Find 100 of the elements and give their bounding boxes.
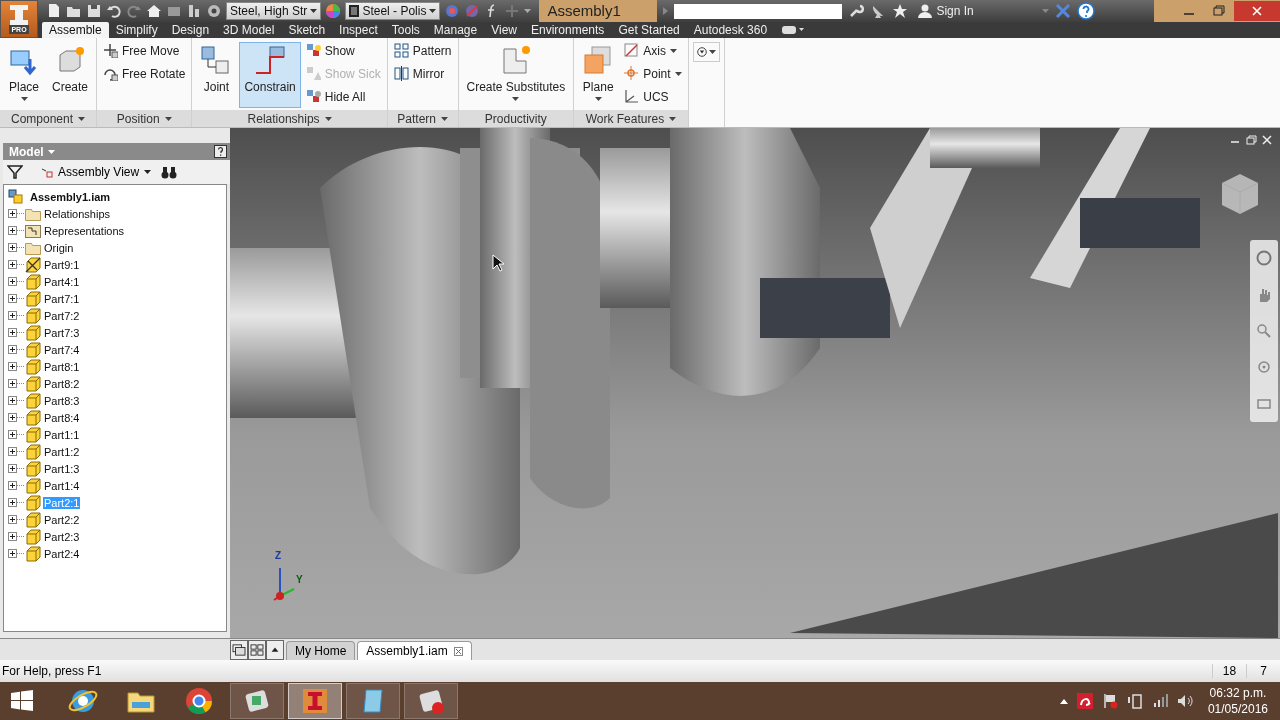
tree-item[interactable]: Part4:1 (43, 275, 81, 288)
tool-button[interactable]: Point (624, 65, 682, 82)
tree-item[interactable]: Part1:1 (43, 428, 81, 441)
expand-icon[interactable] (8, 362, 17, 371)
tree-item[interactable]: Part7:1 (43, 292, 81, 305)
tool-button[interactable]: Place (3, 42, 45, 108)
undo-icon[interactable] (106, 3, 122, 19)
sign-in-button[interactable]: Sign In (918, 4, 1037, 18)
tile-windows-icon[interactable] (248, 640, 266, 660)
expand-icon[interactable] (8, 464, 17, 473)
expand-icon[interactable] (8, 277, 17, 286)
panel-label[interactable]: Work Features (574, 110, 688, 127)
panel-label[interactable]: Position (97, 110, 192, 127)
help-icon[interactable] (214, 145, 227, 158)
help-icon[interactable] (1077, 2, 1096, 20)
tool-button[interactable]: Free Rotate (103, 65, 186, 82)
speaker-icon[interactable] (1176, 693, 1193, 709)
tree-item[interactable]: Origin (43, 241, 75, 254)
tree-item[interactable]: Part2:3 (43, 530, 81, 543)
tree-item[interactable]: Part1:4 (43, 479, 81, 492)
expand-icon[interactable] (8, 498, 17, 507)
binoculars-icon[interactable] (161, 165, 178, 179)
tool-button[interactable]: Create (47, 42, 94, 108)
expand-icon[interactable] (8, 413, 17, 422)
expand-icon[interactable] (8, 243, 17, 252)
windows-logo-icon[interactable] (10, 689, 34, 713)
zoom-icon[interactable] (1256, 322, 1272, 339)
ribbon-tab[interactable]: Assemble (42, 22, 109, 38)
close-icon[interactable] (453, 646, 463, 656)
tool-button[interactable]: Show (305, 42, 381, 59)
appearance-icon[interactable] (444, 3, 461, 19)
tool-button[interactable]: Joint (195, 42, 238, 108)
expand-icon[interactable] (8, 481, 17, 490)
battery-icon[interactable] (1126, 693, 1143, 709)
color-wheel-icon[interactable] (325, 3, 342, 19)
save-icon[interactable] (86, 3, 102, 19)
toggle-panel-icon[interactable] (782, 25, 805, 35)
tool-button[interactable]: UCS (624, 88, 682, 105)
cascade-windows-icon[interactable] (230, 640, 248, 660)
expand-icon[interactable] (8, 515, 17, 524)
ribbon-tab[interactable]: Environments (524, 22, 612, 38)
tree-item[interactable]: Relationships (43, 207, 112, 220)
star-icon[interactable] (892, 3, 909, 19)
tool-button[interactable]: Mirror (393, 65, 452, 82)
expand-icon[interactable] (8, 549, 17, 558)
antivirus-icon[interactable] (1076, 693, 1093, 709)
expand-icon[interactable] (8, 294, 17, 303)
wrench-icon[interactable] (848, 3, 865, 19)
tool-button[interactable]: Constrain (239, 42, 301, 108)
material-dropdown[interactable]: Steel, High Str (226, 2, 322, 20)
taskbar-button[interactable] (404, 683, 458, 719)
expand-icon[interactable] (8, 345, 17, 354)
tool-button[interactable]: Create Substitutes (461, 42, 571, 108)
tool-button[interactable]: Hide All (305, 88, 381, 105)
filter-icon[interactable] (7, 165, 23, 179)
ribbon-tab[interactable]: Inspect (332, 22, 385, 38)
tree-item[interactable]: Part7:2 (43, 309, 81, 322)
restore-icon[interactable] (1244, 134, 1258, 146)
ribbon-tab[interactable]: Get Started (611, 22, 687, 38)
exchange-icon[interactable] (1055, 3, 1072, 19)
ribbon-tab[interactable]: Sketch (281, 22, 333, 38)
ribbon-tab[interactable]: 3D Model (216, 22, 282, 38)
expand-icon[interactable] (8, 328, 17, 337)
tree-item[interactable]: Part9:1 (43, 258, 81, 271)
panel-menu-button[interactable] (692, 42, 720, 62)
panel-label[interactable]: Relationships (192, 110, 387, 127)
tree-item[interactable]: Assembly1.iam (29, 190, 112, 203)
panel-label[interactable]: Component (0, 110, 97, 127)
expand-icon[interactable] (8, 311, 17, 320)
tree-item[interactable]: Part1:2 (43, 445, 81, 458)
document-tab[interactable]: Assembly1.iam (357, 641, 472, 660)
tree-item[interactable]: Part2:2 (43, 513, 81, 526)
expand-icon[interactable] (8, 226, 17, 235)
expand-icon[interactable] (8, 430, 17, 439)
ribbon-tab[interactable]: Manage (426, 22, 485, 38)
tree-item[interactable]: Part8:3 (43, 394, 81, 407)
expand-icon[interactable] (8, 260, 17, 269)
panel-label[interactable]: Productivity (458, 110, 574, 127)
taskbar-button[interactable] (230, 683, 284, 719)
ribbon-tab[interactable]: Tools (384, 22, 427, 38)
expand-icon[interactable] (8, 396, 17, 405)
gear-icon[interactable] (206, 3, 222, 19)
ribbon-tab[interactable]: View (484, 22, 524, 38)
tree-item[interactable]: Part7:4 (43, 343, 81, 356)
steering-wheel-icon[interactable] (1256, 250, 1272, 267)
tree-item[interactable]: Part1:3 (43, 462, 81, 475)
material-dropdown[interactable]: Steel - Polis (345, 2, 441, 20)
tree-item[interactable]: Part2:4 (43, 547, 81, 560)
expand-icon[interactable] (8, 379, 17, 388)
flag-icon[interactable] (1101, 693, 1118, 709)
new-file-icon[interactable] (46, 3, 62, 19)
tool-button[interactable]: Free Move (103, 42, 186, 59)
clock[interactable]: 06:32 p.m. 01/05/2016 (1207, 685, 1268, 717)
up-caret-icon[interactable] (1059, 698, 1068, 704)
home-icon[interactable] (146, 3, 162, 19)
tree-item[interactable]: Part8:1 (43, 360, 81, 373)
expand-icon[interactable] (8, 532, 17, 541)
signal-bars-icon[interactable] (1151, 693, 1168, 709)
orbit-icon[interactable] (1256, 359, 1272, 376)
tool-button[interactable]: Plane (577, 42, 620, 108)
